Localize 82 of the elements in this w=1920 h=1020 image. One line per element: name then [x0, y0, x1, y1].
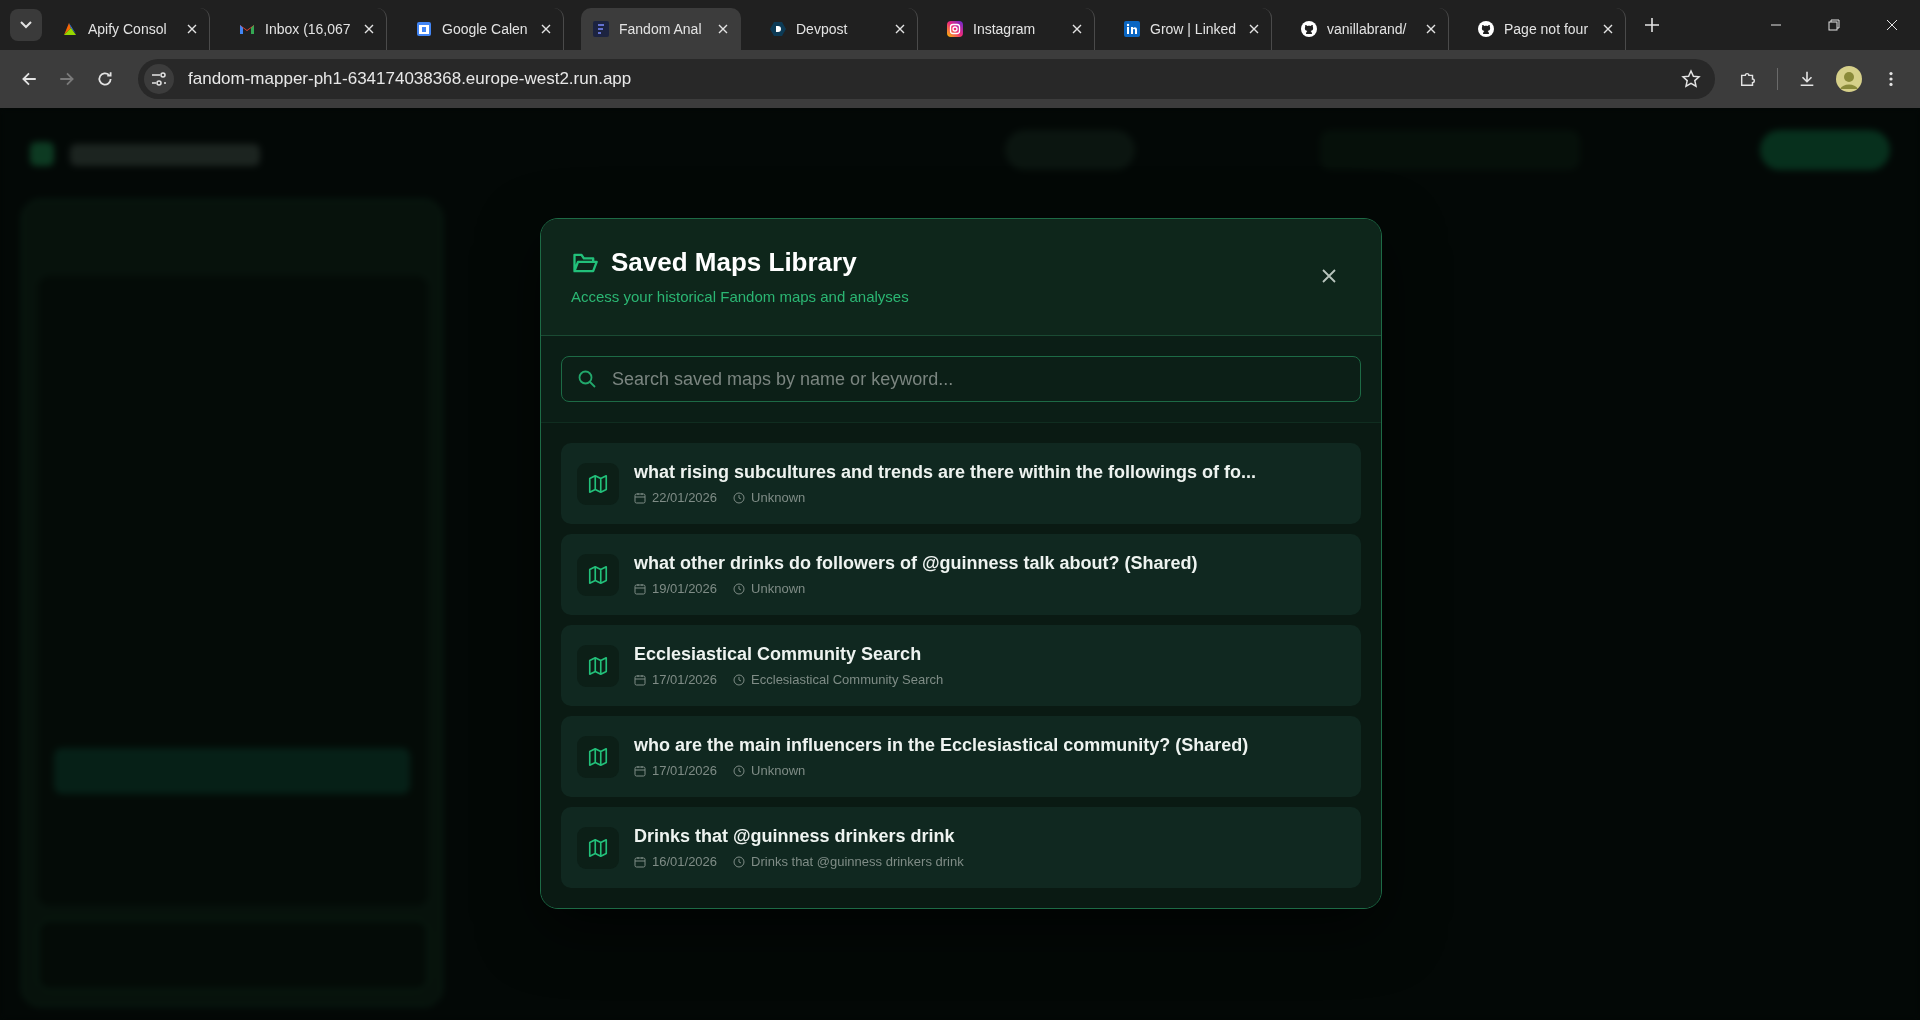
tab-title: Fandom Anal [619, 21, 703, 37]
close-icon[interactable] [541, 24, 551, 34]
saved-map-item[interactable]: who are the main influencers in the Ecclesiastical community? (Shared) 17/01/2026 Unknown [561, 716, 1361, 797]
saved-map-item[interactable]: Drinks that @guinness drinkers drink 16/01/2026 Drinks that @guinness drinkers drink [561, 807, 1361, 888]
map-icon [577, 735, 619, 778]
close-icon[interactable] [1886, 19, 1898, 31]
caret-icon [20, 21, 32, 29]
close-icon[interactable] [1321, 268, 1337, 284]
triangle-logo-icon [62, 21, 78, 37]
map-source: Ecclesiastical Community Search [751, 672, 944, 687]
url-text: fandom-mapper-ph1-634174038368.europe-west2.run.app [188, 69, 633, 89]
clock-icon [733, 491, 746, 504]
app-logo-icon [593, 21, 609, 37]
clock-icon [733, 764, 746, 777]
clock-icon [733, 673, 746, 686]
map-date: 17/01/2026 [652, 672, 718, 687]
saved-map-item[interactable]: what rising subcultures and trends are there within the followings of fo... 22/01/2026 Unknown [561, 443, 1361, 524]
close-icon[interactable] [1603, 24, 1613, 34]
site-settings-icon[interactable] [144, 64, 174, 94]
profile-avatar[interactable] [1836, 66, 1862, 92]
tab-search-button[interactable] [10, 9, 42, 41]
map-date: 19/01/2026 [652, 581, 718, 596]
map-icon [577, 553, 619, 596]
star-icon[interactable] [1681, 69, 1701, 89]
tab-title: Devpost [796, 21, 849, 37]
map-source: Unknown [751, 581, 806, 596]
address-bar[interactable]: fandom-mapper-ph1-634174038368.europe-west2.run.app [138, 59, 1715, 99]
map-icon [577, 462, 619, 505]
calendar-icon [634, 855, 646, 868]
calendar-icon [634, 673, 646, 686]
browser-tab[interactable]: Fandom Anal [581, 8, 741, 50]
calendar-icon [416, 21, 432, 37]
map-name: who are the main influencers in the Ecclesiastical community? (Shared) [634, 735, 1249, 756]
hexagon-logo-icon [770, 21, 786, 37]
new-tab-icon[interactable] [1645, 18, 1659, 32]
saved-map-item[interactable]: what other drinks do followers of @guinness talk about? (Shared) 19/01/2026 Unknown [561, 534, 1361, 615]
tab-title: Page not four [1504, 21, 1590, 37]
tab-title: Google Calen [442, 21, 529, 37]
tab-title: Apify Consol [88, 21, 168, 37]
map-name: what other drinks do followers of @guinness talk about? (Shared) [634, 553, 1198, 574]
close-icon[interactable] [364, 24, 374, 34]
map-date: 17/01/2026 [652, 763, 718, 778]
calendar-icon [634, 764, 646, 777]
calendar-icon [634, 582, 646, 595]
map-source: Drinks that @guinness drinkers drink [751, 854, 964, 869]
dialog-subtitle: Access your historical Fandom maps and analyses [571, 288, 909, 305]
download-icon[interactable] [1798, 70, 1816, 88]
back-icon[interactable] [20, 70, 38, 88]
reload-icon[interactable] [96, 70, 114, 88]
map-name: what rising subcultures and trends are there within the followings of fo... [634, 462, 1257, 483]
calendar-icon [634, 491, 646, 504]
tab-title: Instagram [973, 21, 1037, 37]
close-icon[interactable] [895, 24, 905, 34]
forward-icon[interactable] [58, 70, 76, 88]
tab-title: Grow | Linked [1150, 21, 1238, 37]
search-icon [577, 369, 597, 389]
map-date: 16/01/2026 [652, 854, 718, 869]
puzzle-icon[interactable] [1739, 70, 1757, 88]
map-source: Unknown [751, 763, 806, 778]
map-name: Ecclesiastical Community Search [634, 644, 923, 665]
cat-logo-icon [1478, 21, 1494, 37]
map-source: Unknown [751, 490, 806, 505]
close-icon[interactable] [1249, 24, 1259, 34]
close-icon[interactable] [718, 24, 728, 34]
restore-icon[interactable] [1828, 19, 1840, 31]
tab-title: Inbox (16,067 [265, 21, 352, 37]
close-icon[interactable] [1072, 24, 1082, 34]
map-icon [577, 644, 619, 687]
saved-map-item[interactable]: Ecclesiastical Community Search 17/01/2026 Ecclesiastical Community Search [561, 625, 1361, 706]
tab-title: vanillabrand/ [1327, 21, 1408, 37]
dialog-title: Saved Maps Library [611, 247, 857, 278]
linkedin-logo-icon [1124, 21, 1140, 37]
clock-icon [733, 582, 746, 595]
clock-icon [733, 855, 746, 868]
search-field[interactable]: Search saved maps by name or keyword... [561, 356, 1361, 402]
cat-logo-icon [1301, 21, 1317, 37]
close-icon[interactable] [187, 24, 197, 34]
map-name: Drinks that @guinness drinkers drink [634, 826, 956, 847]
map-icon [577, 826, 619, 869]
map-date: 22/01/2026 [652, 490, 718, 505]
camera-logo-icon [947, 21, 963, 37]
close-icon[interactable] [1426, 24, 1436, 34]
